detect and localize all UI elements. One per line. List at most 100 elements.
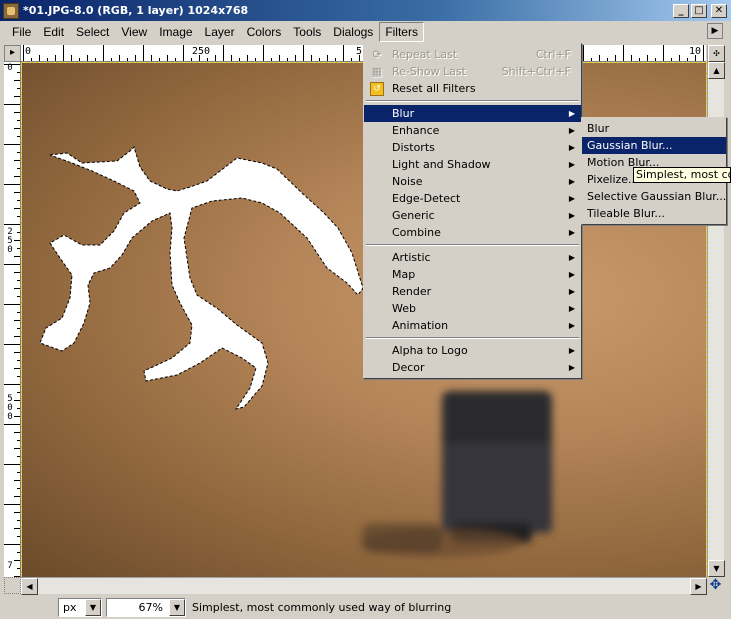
menu-layer[interactable]: Layer (199, 22, 241, 42)
ruler-tick (4, 144, 20, 145)
ruler-tick (17, 136, 20, 137)
horizontal-scrollbar[interactable]: ◀ ▶ (21, 577, 707, 595)
scroll-up-icon[interactable]: ▲ (708, 62, 725, 79)
vertical-ruler[interactable]: 0 250 500 7 (4, 62, 21, 577)
menu-select[interactable]: Select (70, 22, 115, 42)
menu-item-map[interactable]: Map ▶ (364, 266, 581, 283)
chevron-down-icon[interactable]: ▼ (169, 598, 185, 616)
ruler-tick (191, 58, 192, 61)
ruler-tick (207, 58, 208, 61)
ruler-tick (127, 58, 128, 61)
ruler-tick (655, 58, 656, 61)
ruler-tick (14, 352, 20, 353)
ruler-tick (4, 344, 20, 345)
menu-edit[interactable]: Edit (37, 22, 70, 42)
menu-item-reshow-last[interactable]: ▦ Re-Show Last Shift+Ctrl+F (364, 63, 581, 80)
menu-item-decor[interactable]: Decor ▶ (364, 359, 581, 376)
menu-item-web[interactable]: Web ▶ (364, 300, 581, 317)
menu-item-light-and-shadow[interactable]: Light and Shadow ▶ (364, 156, 581, 173)
quick-mask-toggle[interactable] (4, 577, 21, 594)
menu-item-label: Light and Shadow (392, 158, 491, 171)
menu-dialogs[interactable]: Dialogs (327, 22, 379, 42)
scroll-left-icon[interactable]: ◀ (21, 578, 38, 595)
ruler-tick (14, 448, 20, 449)
ruler-tick (4, 424, 20, 425)
menu-item-label: Combine (392, 226, 441, 239)
chevron-down-icon[interactable]: ▼ (85, 598, 101, 616)
ruler-tick (351, 58, 352, 61)
menu-item-distorts[interactable]: Distorts ▶ (364, 139, 581, 156)
menu-item-label: Artistic (392, 251, 431, 264)
menu-item-edge-detect[interactable]: Edge-Detect ▶ (364, 190, 581, 207)
menu-item-tileable-blur[interactable]: Tileable Blur... (582, 205, 726, 222)
unit-select[interactable]: px ▼ (58, 597, 102, 617)
ruler-tick (223, 45, 224, 61)
maximize-button[interactable]: □ (691, 3, 707, 18)
ruler-tick (95, 58, 96, 61)
menu-item-label: Edge-Detect (392, 192, 461, 205)
ruler-tick (17, 152, 20, 153)
zoom-fit-icon[interactable]: ✣ (708, 45, 725, 62)
ruler-tick (17, 552, 20, 553)
menu-item-gaussian-blur[interactable]: Gaussian Blur... (582, 137, 726, 154)
ruler-tick (679, 55, 680, 61)
ruler-tick (279, 55, 280, 61)
ruler-tick (17, 200, 20, 201)
ruler-tick (14, 80, 20, 81)
menu-filters[interactable]: Filters (379, 22, 424, 42)
close-button[interactable]: ✕ (711, 3, 727, 18)
reshow-icon: ▦ (371, 64, 383, 78)
ruler-tick (14, 416, 20, 417)
ruler-tick (14, 160, 20, 161)
menu-tools[interactable]: Tools (287, 22, 327, 42)
ruler-tick (14, 512, 20, 513)
menu-item-enhance[interactable]: Enhance ▶ (364, 122, 581, 139)
menu-item-blur[interactable]: Blur ▶ (364, 105, 581, 122)
menu-item-label: Noise (392, 175, 423, 188)
ruler-tick (14, 480, 20, 481)
selection-shape (39, 146, 364, 410)
menu-item-animation[interactable]: Animation ▶ (364, 317, 581, 334)
submenu-arrow-icon: ▶ (568, 211, 575, 220)
rulers-corner-menu-button[interactable]: ▸ (4, 45, 21, 62)
menu-item-render[interactable]: Render ▶ (364, 283, 581, 300)
menu-item-reset-all-filters[interactable]: ↺ Reset all Filters (364, 80, 581, 97)
ruler-tick (17, 296, 20, 297)
ruler-tick (17, 232, 20, 233)
menu-item-repeat-last[interactable]: ⟳ Repeat Last Ctrl+F (364, 46, 581, 63)
ruler-tick (287, 58, 288, 61)
submenu-arrow-icon: ▶ (568, 346, 575, 355)
menu-file[interactable]: File (6, 22, 37, 42)
ruler-tick (4, 384, 20, 385)
menu-item-label: Render (392, 285, 432, 298)
menu-arrow-icon[interactable]: ▶ (707, 23, 723, 39)
menu-item-generic[interactable]: Generic ▶ (364, 207, 581, 224)
ruler-tick (17, 472, 20, 473)
menu-item-label: Map (392, 268, 416, 281)
ruler-tick (4, 104, 20, 105)
scroll-down-icon[interactable]: ▼ (708, 560, 725, 577)
ruler-label: 7 (7, 561, 13, 571)
menu-view[interactable]: View (115, 22, 153, 42)
menu-image[interactable]: Image (153, 22, 198, 42)
ruler-tick (247, 55, 248, 61)
menu-item-noise[interactable]: Noise ▶ (364, 173, 581, 190)
menu-item-artistic[interactable]: Artistic ▶ (364, 249, 581, 266)
submenu-arrow-icon: ▶ (568, 253, 575, 262)
ruler-tick (17, 392, 20, 393)
navigate-icon[interactable]: ✥ (707, 577, 724, 594)
ruler-tick (14, 256, 20, 257)
ruler-tick (615, 55, 616, 61)
minimize-button[interactable]: _ (673, 3, 689, 18)
menu-colors[interactable]: Colors (241, 22, 288, 42)
scroll-right-icon[interactable]: ▶ (690, 578, 707, 595)
zoom-select[interactable]: 67% ▼ (106, 597, 186, 617)
ruler-tick (17, 120, 20, 121)
menu-item-selective-gaussian-blur[interactable]: Selective Gaussian Blur... (582, 188, 726, 205)
menu-item-combine[interactable]: Combine ▶ (364, 224, 581, 241)
menu-item-alpha-to-logo[interactable]: Alpha to Logo ▶ (364, 342, 581, 359)
submenu-arrow-icon: ▶ (568, 143, 575, 152)
ruler-tick (14, 528, 20, 529)
menu-item-blur-plain[interactable]: Blur (582, 120, 726, 137)
ruler-tick (17, 360, 20, 361)
